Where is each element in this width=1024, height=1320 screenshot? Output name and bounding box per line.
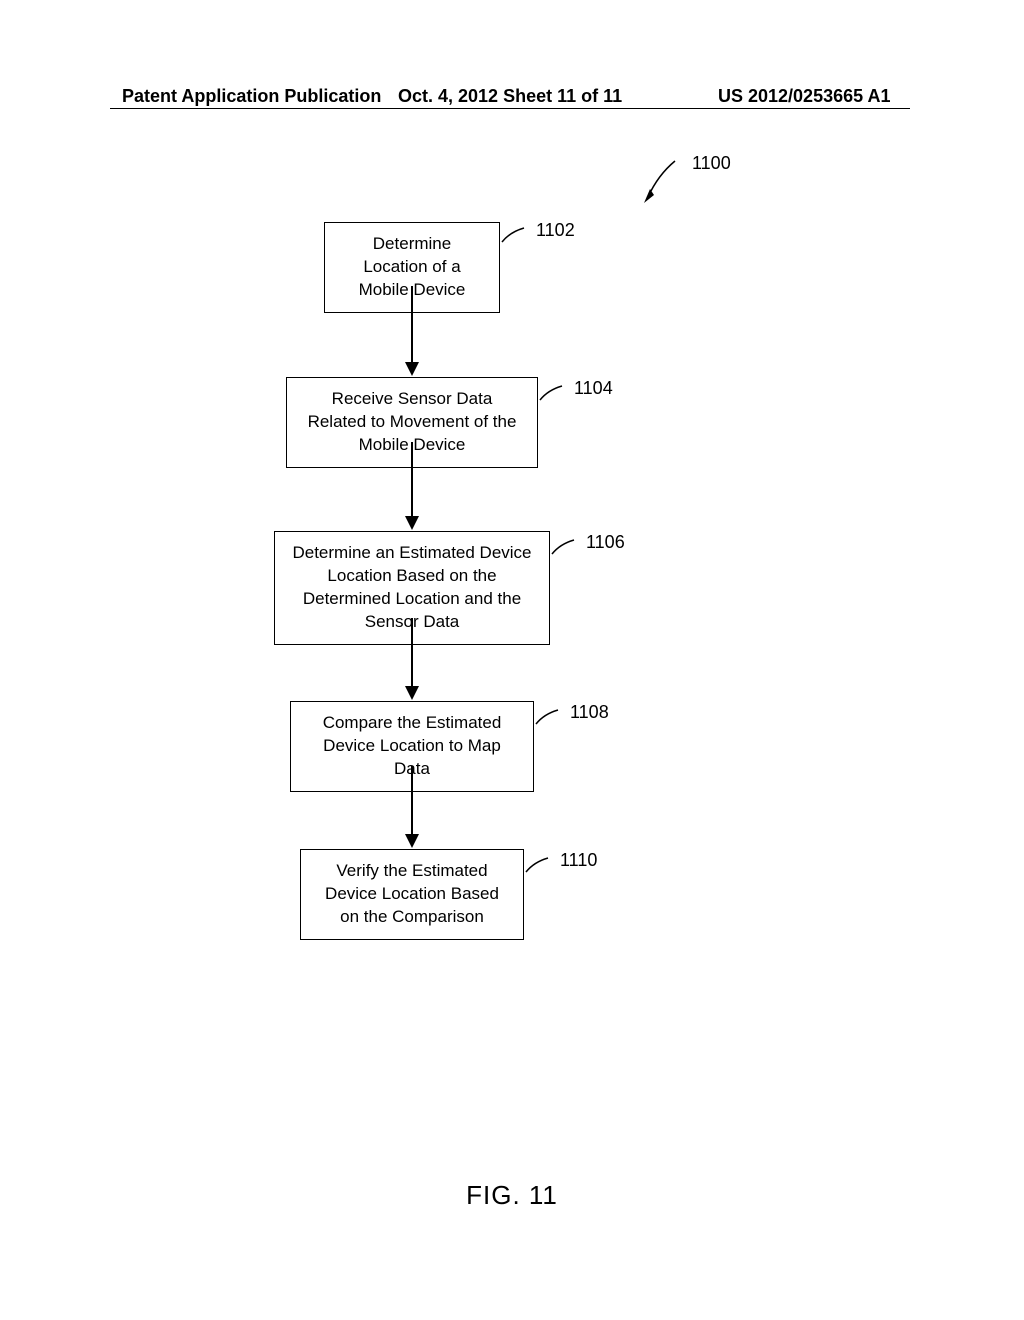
- diagram-ref-1100: 1100: [692, 153, 731, 174]
- header-date-sheet: Oct. 4, 2012 Sheet 11 of 11: [398, 86, 622, 107]
- leader-1102: [500, 226, 532, 246]
- ref-1108: 1108: [570, 702, 609, 723]
- ref-1106: 1106: [586, 532, 625, 553]
- header-publication: Patent Application Publication: [122, 86, 381, 107]
- arrow-1: [405, 286, 419, 376]
- leader-1108: [534, 708, 566, 728]
- ref-1102: 1102: [536, 220, 575, 241]
- leader-1110: [524, 856, 556, 876]
- ref-1104: 1104: [574, 378, 613, 399]
- arrow-4: [405, 766, 419, 848]
- header-divider: [110, 108, 910, 109]
- leader-1106: [550, 538, 582, 558]
- leader-curve-1100: [640, 155, 690, 205]
- ref-1110: 1110: [560, 850, 597, 871]
- arrow-2: [405, 442, 419, 530]
- flow-step-1110: Verify the Estimated Device Location Bas…: [300, 849, 524, 940]
- arrow-3: [405, 618, 419, 700]
- header-patent-number: US 2012/0253665 A1: [718, 86, 890, 107]
- leader-1104: [538, 384, 570, 404]
- figure-caption: FIG. 11: [0, 1180, 1024, 1211]
